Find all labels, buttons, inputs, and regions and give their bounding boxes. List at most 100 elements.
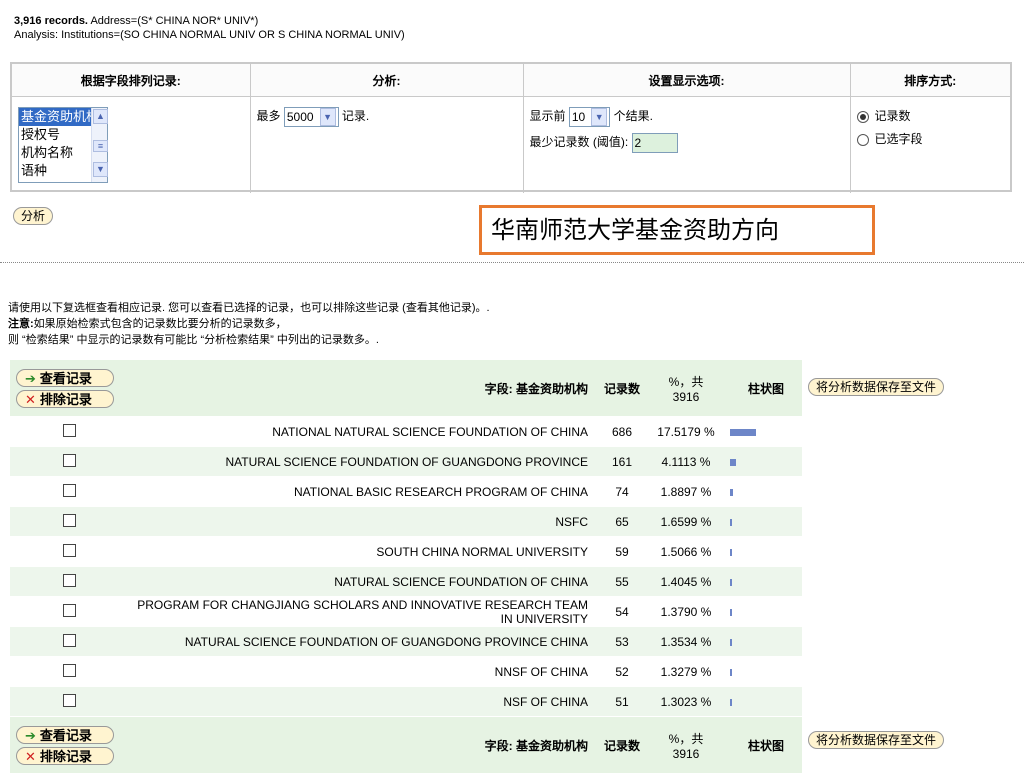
row-checkbox[interactable] [62,603,76,617]
record-count: 59 [594,536,650,567]
display-top-select[interactable]: 10 ▼ [568,107,611,127]
callout-annotation: 华南师范大学基金资助方向 [479,205,875,255]
record-count: 686 [594,416,650,447]
rank-by-header: 根据字段排列记录: [12,64,251,97]
display-top-value: 10 [571,110,586,124]
field-column-header: 字段: 基金资助机构 [128,716,594,774]
bar-column-header: 柱状图 [722,716,802,774]
save-analysis-button[interactable]: 将分析数据保存至文件 [808,378,945,396]
scroll-up-icon[interactable]: ▲ [93,109,108,124]
funding-agency-name: NSF OF CHINA [128,686,594,717]
row-checkbox[interactable] [62,573,76,587]
percentage: 17.5179 % [650,416,722,447]
view-records-label: 查看记录 [39,727,92,743]
view-records-button[interactable]: ➔ 查看记录 [16,368,114,387]
table-footer-row: ➔ 查看记录 ✕ 排除记录 字段: 基金资助机构 记录数 %，共 3916 柱状图 [10,716,802,774]
funding-agency-name: NSFC [128,506,594,537]
arrow-right-icon: ➔ [25,370,36,386]
funding-agency-name: NATIONAL BASIC RESEARCH PROGRAM OF CHINA [128,476,594,507]
row-checkbox[interactable] [62,633,76,647]
row-checkbox[interactable] [62,543,76,557]
row-checkbox[interactable] [62,663,76,677]
bar-chart-mark [730,668,732,676]
table-row: NSFC 65 1.6599 % [10,506,802,537]
funding-agency-name: NATURAL SCIENCE FOUNDATION OF CHINA [128,566,594,597]
pct-header-top: %，共 [668,731,704,746]
close-icon: ✕ [25,391,36,407]
exclude-records-button[interactable]: ✕ 排除记录 [16,746,114,765]
table-row: SOUTH CHINA NORMAL UNIVERSITY 59 1.5066 % [10,536,802,567]
display-options-header: 设置显示选项: [523,64,851,97]
exclude-records-button[interactable]: ✕ 排除记录 [16,389,114,408]
table-row: PROGRAM FOR CHANGJIANG SCHOLARS AND INNO… [10,596,802,627]
table-row: NATIONAL NATURAL SCIENCE FOUNDATION OF C… [10,416,802,447]
table-row: NNSF OF CHINA 52 1.3279 % [10,656,802,687]
percentage: 1.3534 % [650,626,722,657]
bar-chart-mark [730,488,733,496]
pct-header-bottom: 3916 [672,389,700,404]
chevron-down-icon[interactable]: ▼ [591,108,608,126]
percentage: 1.4045 % [650,566,722,597]
analyze-count-select[interactable]: 5000 ▼ [283,107,339,127]
analyze-button[interactable]: 分析 [13,207,54,225]
funding-agency-name: NNSF OF CHINA [128,656,594,687]
instructions-line: 请使用以下复选框查看相应记录. 您可以查看已选择的记录，也可以排除这些记录 (查… [8,302,490,314]
sort-option-label: 已选字段 [874,132,923,146]
note-label: 注意: [8,318,34,330]
sort-option-label: 记录数 [874,109,911,123]
record-count: 74 [594,476,650,507]
bar-chart-mark [730,458,736,466]
percentage: 1.8897 % [650,476,722,507]
bar-chart-mark [730,638,732,646]
min-count-input[interactable]: 2 [631,133,678,153]
record-count: 53 [594,626,650,657]
pct-header-bottom: 3916 [672,746,700,761]
instructions-line: 如果原始检索式包含的记录数比要分析的记录数多， [33,318,287,330]
record-count: 65 [594,506,650,537]
chevron-down-icon[interactable]: ▼ [319,108,336,126]
count-column-header: 记录数 [594,716,650,774]
instructions-line: 则 “检索结果” 中显示的记录数有可能比 “分析检索结果” 中列出的记录数多。. [8,334,379,346]
analyze-count-value: 5000 [286,110,314,124]
records-count: 3,916 records. [14,15,88,27]
row-checkbox[interactable] [62,453,76,467]
table-row: NATURAL SCIENCE FOUNDATION OF CHINA 55 1.4… [10,566,802,597]
field-listbox[interactable]: 基金资助机构 授权号 机构名称 语种 ▲ ≡ ▼ [18,107,108,183]
bar-chart-mark [730,428,756,436]
save-analysis-button[interactable]: 将分析数据保存至文件 [808,731,945,749]
display-prefix: 显示前 [529,109,566,124]
view-records-button[interactable]: ➔ 查看记录 [16,725,114,744]
bar-column-header: 柱状图 [722,360,802,417]
row-checkbox[interactable] [62,693,76,707]
bar-chart-mark [730,698,732,706]
analysis-options-panel: 根据字段排列记录: 分析: 设置显示选项: 排序方式: 基金资助机构 授权号 机… [10,62,1012,193]
funding-agency-name: NATIONAL NATURAL SCIENCE FOUNDATION OF C… [128,416,594,447]
percentage: 1.3790 % [650,596,722,627]
row-checkbox[interactable] [62,513,76,527]
pct-header-top: %，共 [668,374,704,389]
listbox-scrollbar[interactable]: ▲ ≡ ▼ [91,108,108,182]
percentage: 1.6599 % [650,506,722,537]
exclude-records-label: 排除记录 [39,391,92,407]
record-count: 55 [594,566,650,597]
record-count: 161 [594,446,650,477]
table-row: NATURAL SCIENCE FOUNDATION OF GUANGDONG … [10,446,802,477]
sort-by-count-radio[interactable] [856,110,869,123]
scroll-down-icon[interactable]: ▼ [93,162,108,177]
results-table: ➔ 查看记录 ✕ 排除记录 字段: 基金资助机构 记录数 %，共 3916 柱状图 N… [10,360,802,774]
query-summary: 3,916 records. Address=(S* CHINA NOR* UN… [14,14,405,42]
arrow-right-icon: ➔ [25,727,36,743]
analyze-suffix: 记录. [341,109,370,124]
table-header-row: ➔ 查看记录 ✕ 排除记录 字段: 基金资助机构 记录数 %，共 3916 柱状图 [10,360,802,417]
record-count: 54 [594,596,650,627]
divider [0,262,1024,263]
count-column-header: 记录数 [594,360,650,417]
scroll-thumb-icon[interactable]: ≡ [93,140,108,152]
exclude-records-label: 排除记录 [39,748,92,764]
sort-by-field-radio[interactable] [856,133,869,146]
funding-agency-name: NATURAL SCIENCE FOUNDATION OF GUANGDONG … [128,626,594,657]
row-checkbox[interactable] [62,483,76,497]
bar-chart-mark [730,578,732,586]
row-checkbox[interactable] [62,423,76,437]
min-count-label: 最少记录数 (阈值): [529,135,629,150]
